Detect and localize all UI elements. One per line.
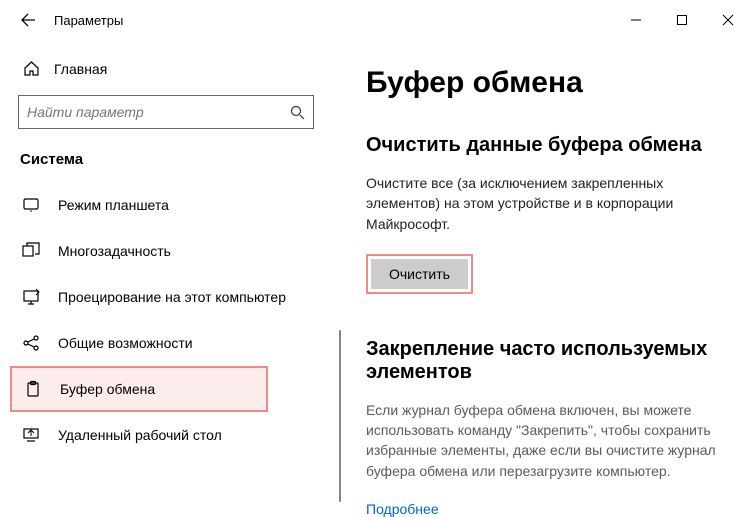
titlebar: Параметры	[0, 0, 751, 40]
learn-more-link[interactable]: Подробнее	[366, 501, 439, 517]
multitask-icon	[22, 242, 40, 260]
shared-icon	[22, 334, 40, 352]
sidebar-item-shared[interactable]: Общие возможности	[18, 320, 314, 366]
page-title: Буфер обмена	[366, 66, 721, 100]
sidebar-item-label: Режим планшета	[58, 197, 169, 213]
sidebar-item-label: Проецирование на этот компьютер	[58, 289, 286, 305]
section-header: Система	[18, 151, 340, 182]
sidebar-item-label: Общие возможности	[58, 335, 193, 351]
window-title: Параметры	[48, 13, 123, 28]
search-input-wrap[interactable]	[18, 95, 314, 129]
maximize-button[interactable]	[659, 0, 705, 40]
search-input[interactable]	[27, 104, 290, 120]
minimize-button[interactable]	[613, 0, 659, 40]
scroll-indicator[interactable]	[339, 330, 341, 502]
search-icon	[290, 105, 305, 120]
sidebar-item-projecting[interactable]: Проецирование на этот компьютер	[18, 274, 314, 320]
sidebar-item-label: Буфер обмена	[60, 381, 155, 397]
remote-desktop-icon	[22, 426, 40, 444]
close-icon	[722, 14, 734, 26]
maximize-icon	[676, 14, 688, 26]
home-link[interactable]: Главная	[18, 54, 340, 95]
sidebar-item-remote-desktop[interactable]: Удаленный рабочий стол	[18, 412, 314, 458]
pin-section-title: Закрепление часто используемых элементов	[366, 338, 721, 384]
back-button[interactable]	[8, 0, 48, 40]
sidebar: Главная Система Режим планшета Многозада…	[0, 40, 340, 517]
tablet-icon	[22, 196, 40, 214]
arrow-left-icon	[20, 12, 36, 28]
projecting-icon	[22, 288, 40, 306]
clear-section-title: Очистить данные буфера обмена	[366, 134, 721, 157]
clear-button[interactable]: Очистить	[371, 259, 468, 289]
pin-section-desc: Если журнал буфера обмена включен, вы мо…	[366, 400, 721, 481]
sidebar-item-tablet-mode[interactable]: Режим планшета	[18, 182, 314, 228]
main-content: Буфер обмена Очистить данные буфера обме…	[340, 40, 751, 517]
clipboard-icon	[24, 380, 42, 398]
clear-button-highlight: Очистить	[366, 254, 473, 294]
sidebar-item-label: Многозадачность	[58, 243, 171, 259]
home-label: Главная	[54, 61, 107, 77]
sidebar-item-clipboard[interactable]: Буфер обмена	[10, 366, 268, 412]
home-icon	[22, 60, 40, 77]
sidebar-item-label: Удаленный рабочий стол	[58, 427, 222, 443]
close-button[interactable]	[705, 0, 751, 40]
minimize-icon	[630, 14, 642, 26]
sidebar-item-multitask[interactable]: Многозадачность	[18, 228, 314, 274]
clear-section-desc: Очистите все (за исключением закрепленны…	[366, 173, 721, 234]
